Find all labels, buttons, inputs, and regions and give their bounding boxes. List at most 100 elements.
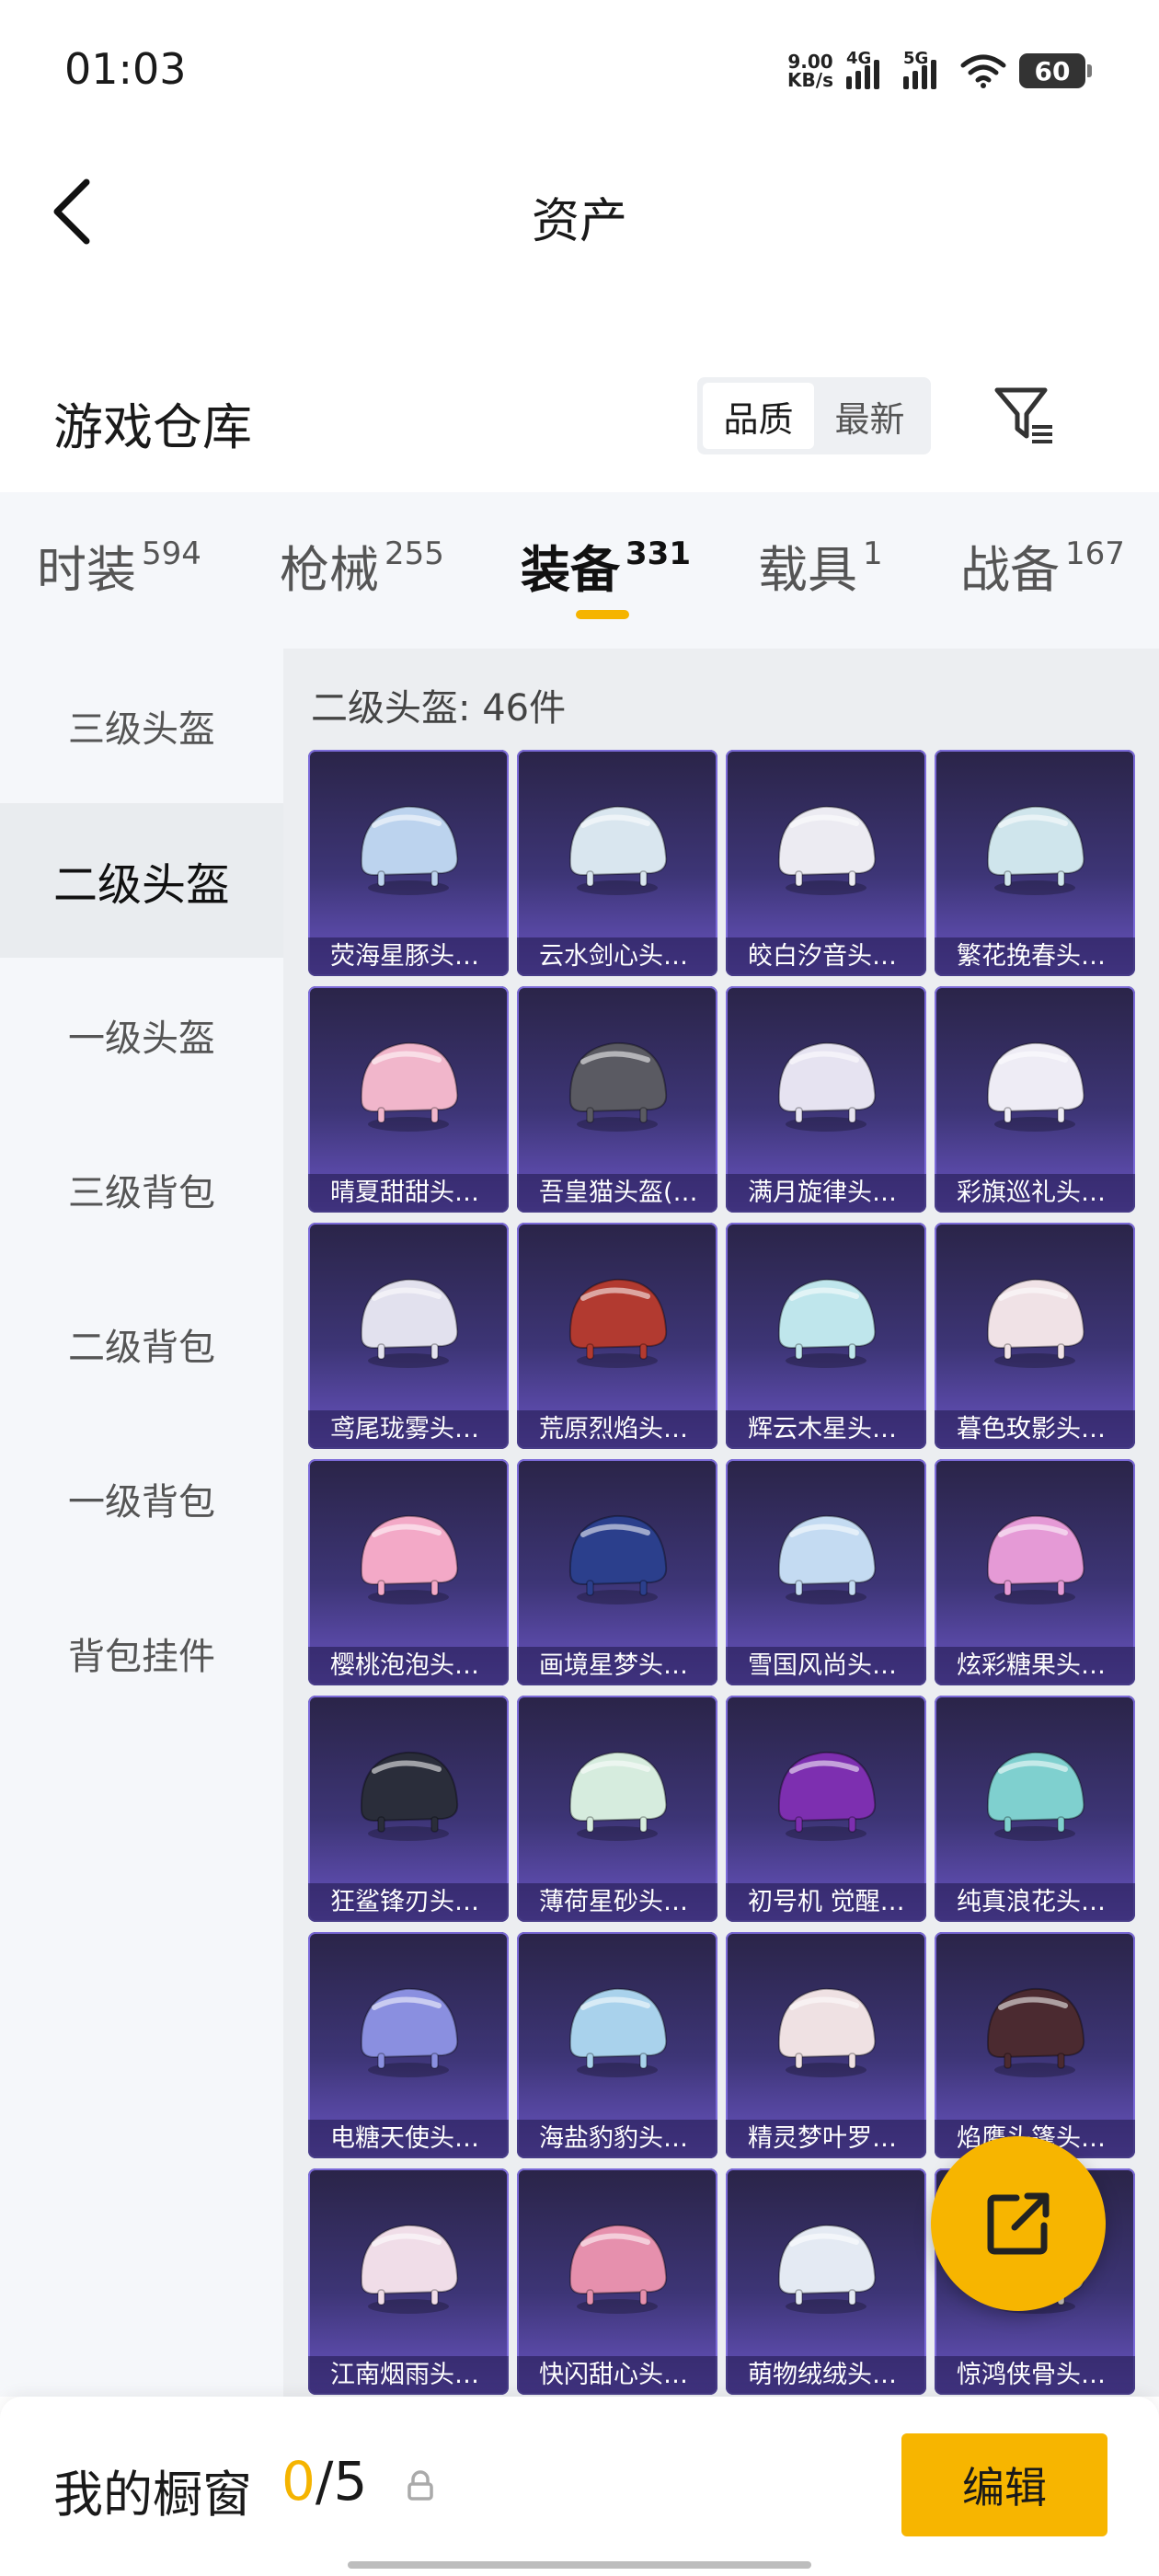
helmet-item-card[interactable]: 萌物绒绒头… — [726, 2168, 926, 2395]
item-name: 辉云木星头… — [726, 1410, 926, 1449]
helmet-icon — [360, 2224, 459, 2314]
helmet-icon — [986, 1041, 1085, 1132]
sort-toggle: 品质 最新 — [697, 377, 931, 454]
helmet-item-card[interactable]: 晴夏甜甜头… — [308, 986, 509, 1213]
item-name: 晴夏甜甜头… — [308, 1174, 509, 1213]
helmet-item-card[interactable]: 江南烟雨头… — [308, 2168, 509, 2395]
filter-icon[interactable] — [992, 383, 1058, 449]
item-list-panel: 二级头盔: 46件 荧海星豚头… 云水剑心头… 皎白汐音头… 繁花挽春头… 晴夏甜甜头…… — [283, 649, 1159, 2397]
item-name: 海盐豹豹头… — [517, 2120, 717, 2158]
item-name: 吾皇猫头盔(… — [517, 1174, 717, 1213]
helmet-item-card[interactable]: 薄荷星砂头… — [517, 1696, 717, 1922]
signal-5g-icon: 5G — [903, 49, 947, 89]
helmet-icon — [568, 1278, 668, 1368]
warehouse-header: 游戏仓库 品质 最新 — [0, 368, 1159, 469]
item-name: 狂鲨锋刃头… — [308, 1883, 509, 1922]
helmet-icon — [986, 1987, 1085, 2077]
helmet-item-card[interactable]: 快闪甜心头… — [517, 2168, 717, 2395]
item-name: 画境星梦头… — [517, 1647, 717, 1685]
item-name: 荒原烈焰头… — [517, 1410, 717, 1449]
helmet-item-card[interactable]: 雪国风尚头… — [726, 1459, 926, 1685]
subcategory-sidebar: 三级头盔 二级头盔 一级头盔 三级背包 二级背包 一级背包 背包挂件 — [0, 649, 283, 2397]
helmet-icon — [568, 1041, 668, 1132]
helmet-icon — [568, 2224, 668, 2314]
page-title: 资产 — [531, 194, 627, 249]
sidebar-item-level2-helmet[interactable]: 二级头盔 — [0, 803, 283, 958]
item-name: 繁花挽春头… — [935, 937, 1135, 976]
helmet-item-card[interactable]: 皎白汐音头… — [726, 750, 926, 976]
helmet-item-card[interactable]: 纯真浪花头… — [935, 1696, 1135, 1922]
helmet-item-card[interactable]: 樱桃泡泡头… — [308, 1459, 509, 1685]
helmet-icon — [986, 1514, 1085, 1604]
item-name: 云水剑心头… — [517, 937, 717, 976]
helmet-item-card[interactable]: 满月旋律头… — [726, 986, 926, 1213]
clock: 01:03 — [64, 44, 187, 94]
helmet-icon — [777, 1987, 877, 2077]
sidebar-item-level1-backpack[interactable]: 一级背包 — [0, 1421, 283, 1576]
sort-newest-button[interactable]: 最新 — [814, 383, 925, 449]
helmet-icon — [986, 805, 1085, 895]
helmet-icon — [986, 1278, 1085, 1368]
item-name: 炫彩糖果头… — [935, 1647, 1135, 1685]
helmet-icon — [777, 1514, 877, 1604]
signal-4g-icon: 4G — [846, 49, 890, 89]
helmet-item-card[interactable]: 电糖天使头… — [308, 1932, 509, 2158]
share-fab-button[interactable] — [931, 2136, 1106, 2311]
status-bar: 01:03 9.00 KB/s 4G 5G 60 — [0, 0, 1159, 138]
item-name: 樱桃泡泡头… — [308, 1647, 509, 1685]
helmet-icon — [360, 1514, 459, 1604]
sidebar-item-level1-helmet[interactable]: 一级头盔 — [0, 958, 283, 1112]
helmet-item-card[interactable]: 精灵梦叶罗… — [726, 1932, 926, 2158]
helmet-icon — [777, 805, 877, 895]
item-name: 纯真浪花头… — [935, 1883, 1135, 1922]
sidebar-item-level3-helmet[interactable]: 三级头盔 — [0, 649, 283, 803]
showcase-count: 0/5 — [281, 2450, 368, 2513]
helmet-item-card[interactable]: 鸢尾珑雾头… — [308, 1223, 509, 1449]
sidebar-item-level3-backpack[interactable]: 三级背包 — [0, 1112, 283, 1267]
network-speed: 9.00 KB/s — [787, 51, 833, 91]
tab-weapons[interactable]: 枪械 255 — [280, 529, 444, 602]
item-name: 彩旗巡礼头… — [935, 1174, 1135, 1213]
item-name: 萌物绒绒头… — [726, 2356, 926, 2395]
item-name: 皎白汐音头… — [726, 937, 926, 976]
sort-quality-button[interactable]: 品质 — [703, 383, 814, 449]
item-name: 薄荷星砂头… — [517, 1883, 717, 1922]
item-name: 荧海星豚头… — [308, 937, 509, 976]
tab-fashion[interactable]: 时装 594 — [37, 529, 201, 602]
tab-equipment[interactable]: 装备 331 — [521, 529, 691, 602]
helmet-item-card[interactable]: 荒原烈焰头… — [517, 1223, 717, 1449]
helmet-icon — [777, 1041, 877, 1132]
helmet-item-card[interactable]: 彩旗巡礼头… — [935, 986, 1135, 1213]
helmet-icon — [360, 1278, 459, 1368]
helmet-item-card[interactable]: 炫彩糖果头… — [935, 1459, 1135, 1685]
helmet-item-card[interactable]: 繁花挽春头… — [935, 750, 1135, 976]
helmet-item-card[interactable]: 海盐豹豹头… — [517, 1932, 717, 2158]
wifi-icon — [960, 54, 1006, 88]
helmet-item-card[interactable]: 初号机 觉醒… — [726, 1696, 926, 1922]
helmet-item-card[interactable]: 荧海星豚头… — [308, 750, 509, 976]
item-name: 鸢尾珑雾头… — [308, 1410, 509, 1449]
helmet-item-card[interactable]: 吾皇猫头盔(… — [517, 986, 717, 1213]
navigation-bar: 资产 — [0, 156, 1159, 267]
sidebar-item-level2-backpack[interactable]: 二级背包 — [0, 1267, 283, 1421]
helmet-item-card[interactable]: 云水剑心头… — [517, 750, 717, 976]
helmet-item-card[interactable]: 焰鹰头篷头… — [935, 1932, 1135, 2158]
edit-button[interactable]: 编辑 — [901, 2433, 1107, 2536]
item-name: 快闪甜心头… — [517, 2356, 717, 2395]
helmet-icon — [568, 1987, 668, 2077]
tab-vehicles[interactable]: 载具 1 — [758, 529, 883, 602]
sidebar-item-backpack-charm[interactable]: 背包挂件 — [0, 1576, 283, 1731]
tab-gear[interactable]: 战备 167 — [960, 529, 1125, 602]
helmet-item-card[interactable]: 画境星梦头… — [517, 1459, 717, 1685]
helmet-icon — [568, 805, 668, 895]
battery-icon: 60 — [1019, 53, 1092, 88]
share-external-icon — [987, 2192, 1050, 2255]
helmet-item-card[interactable]: 狂鲨锋刃头… — [308, 1696, 509, 1922]
home-indicator[interactable] — [348, 2561, 811, 2569]
helmet-icon — [777, 1751, 877, 1841]
helmet-icon — [360, 1751, 459, 1841]
helmet-icon — [360, 805, 459, 895]
helmet-icon — [360, 1987, 459, 2077]
helmet-item-card[interactable]: 辉云木星头… — [726, 1223, 926, 1449]
helmet-item-card[interactable]: 暮色玫影头… — [935, 1223, 1135, 1449]
